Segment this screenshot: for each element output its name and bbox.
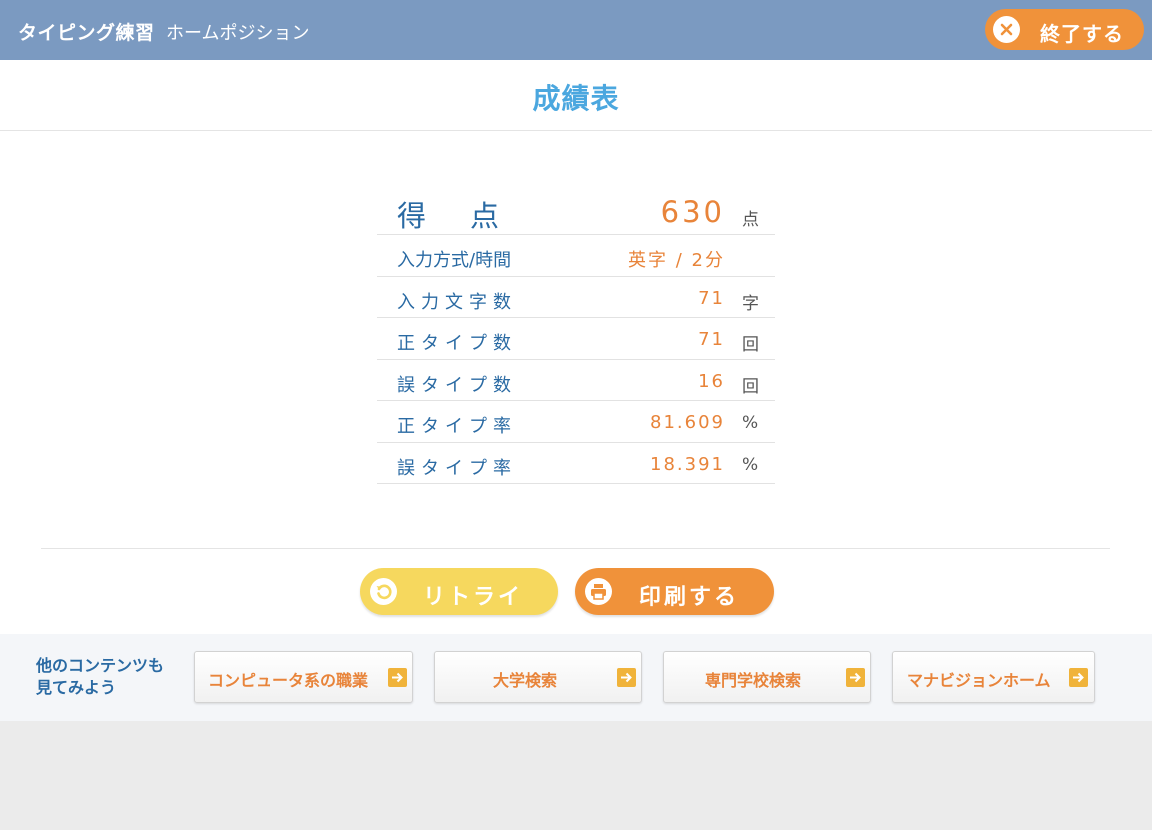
link-label: コンピュータ系の職業 (208, 671, 369, 690)
arrow-right-icon (1069, 668, 1088, 687)
print-button[interactable]: 印刷する (575, 568, 774, 615)
page-title: 成績表 (532, 82, 620, 115)
row-unit: 字 (742, 293, 759, 314)
row-unit: 回 (742, 376, 759, 397)
row-error-count: 誤タイプ数 16 回 (377, 360, 775, 401)
results-panel: 成績表 得点 630 点 入力方式/時間 英字 / 2分 入力文字数 71 字 … (0, 60, 1152, 634)
row-value: 18.391 (650, 453, 725, 475)
row-correct-rate: 正タイプ率 81.609 % (377, 401, 775, 443)
arrow-right-icon (388, 668, 407, 687)
retry-button-label: リトライ (423, 585, 524, 610)
link-manabision-home[interactable]: マナビジョンホーム (892, 651, 1095, 703)
printer-icon (585, 578, 612, 605)
row-char-count: 入力文字数 71 字 (377, 277, 775, 318)
other-contents-label: 他のコンテンツも 見てみよう (36, 655, 164, 699)
actions-divider (41, 548, 1110, 549)
link-label: 大学検索 (493, 671, 558, 690)
arrow-right-icon (846, 668, 865, 687)
quit-button-label: 終了する (1040, 22, 1124, 46)
row-value: 英字 / 2分 (628, 250, 725, 271)
row-value: 81.609 (650, 412, 725, 433)
app-header: タイピング練習 ホームポジション 終了する (0, 0, 1152, 60)
other-contents-line2: 見てみよう (36, 678, 117, 697)
row-label: 誤タイプ数 (397, 374, 517, 396)
link-computer-jobs[interactable]: コンピュータ系の職業 (194, 651, 413, 703)
row-value: 71 (698, 329, 725, 350)
link-label: 専門学校検索 (705, 671, 802, 690)
other-contents-line1: 他のコンテンツも (36, 656, 165, 675)
score-table: 得点 630 点 入力方式/時間 英字 / 2分 入力文字数 71 字 正タイプ… (377, 190, 775, 484)
print-button-label: 印刷する (639, 585, 740, 610)
row-error-rate: 誤タイプ率 18.391 % (377, 443, 775, 484)
row-value: 630 (660, 195, 725, 229)
quit-button[interactable]: 終了する (985, 9, 1144, 50)
row-value: 71 (698, 287, 725, 309)
title-divider (0, 130, 1152, 131)
close-icon (993, 16, 1020, 43)
row-unit: 回 (742, 335, 759, 355)
lesson-title: ホームポジション (166, 23, 310, 44)
app-title: タイピング練習 (18, 22, 155, 44)
row-label: 正タイプ率 (397, 416, 517, 437)
row-input-mode: 入力方式/時間 英字 / 2分 (377, 235, 775, 277)
link-university-search[interactable]: 大学検索 (434, 651, 642, 703)
row-score: 得点 630 点 (377, 190, 775, 235)
retry-button[interactable]: リトライ (360, 568, 558, 615)
row-correct-count: 正タイプ数 71 回 (377, 318, 775, 360)
link-label: マナビジョンホーム (907, 671, 1051, 690)
row-unit: 点 (742, 210, 759, 230)
arrow-right-icon (617, 668, 636, 687)
row-label: 入力方式/時間 (397, 250, 512, 271)
row-label: 得点 (397, 199, 544, 233)
row-value: 16 (698, 370, 725, 392)
row-unit: % (742, 454, 759, 475)
row-label: 入力文字数 (397, 291, 517, 313)
link-vocational-school-search[interactable]: 専門学校検索 (663, 651, 871, 703)
row-label: 誤タイプ率 (397, 457, 517, 479)
retry-icon (370, 578, 397, 605)
row-unit: % (742, 413, 759, 433)
row-label: 正タイプ数 (397, 333, 517, 354)
other-contents-bar: 他のコンテンツも 見てみよう コンピュータ系の職業 大学検索 専門学校検索 マナ… (0, 634, 1152, 721)
